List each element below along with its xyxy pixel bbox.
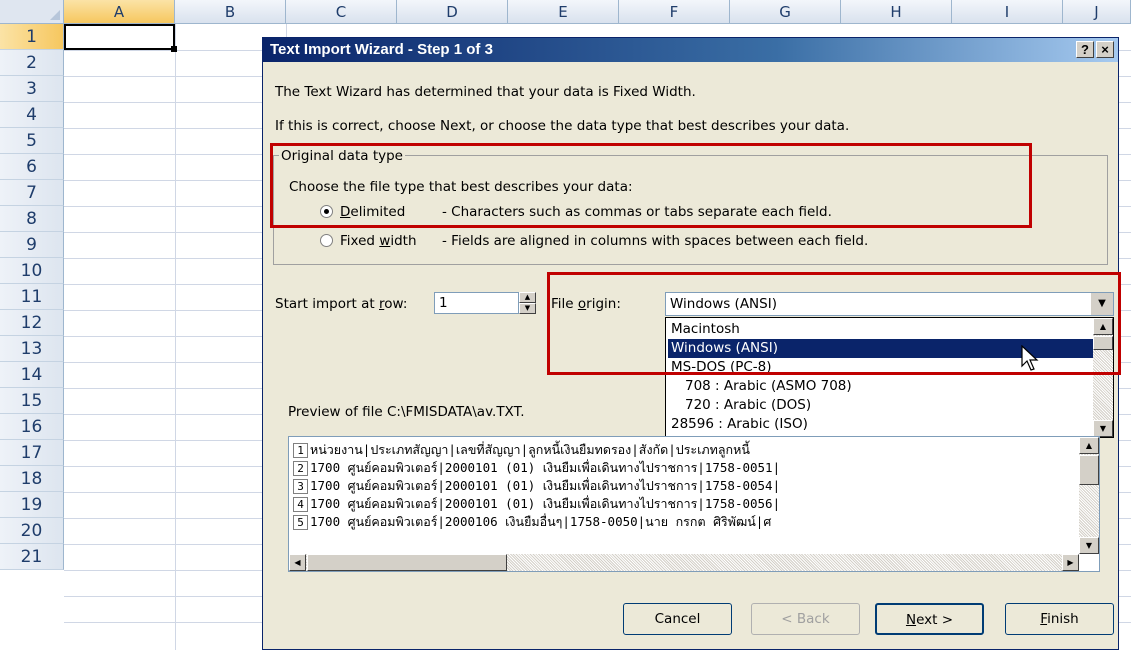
mouse-cursor-icon [1021, 345, 1039, 371]
intro-text-2: If this is correct, choose Next, or choo… [275, 118, 850, 134]
dialog-titlebar[interactable]: Text Import Wizard - Step 1 of 3 [263, 38, 1118, 62]
fixed-width-description: - Fields are aligned in columns with spa… [442, 233, 869, 249]
row-header-19[interactable]: 19 [0, 492, 64, 518]
start-row-label-pre: Start import at [275, 296, 379, 312]
preview-line-number: 5 [293, 515, 308, 530]
row-header-11[interactable]: 11 [0, 284, 64, 310]
dropdown-option[interactable]: 28596 : Arabic (ISO) [668, 415, 808, 434]
preview-line-text: 1700 ศูนย์คอมพิวเตอร์|2000106 เงินยืมอื่… [310, 514, 772, 529]
preview-line-number: 4 [293, 497, 308, 512]
spin-down-icon[interactable]: ▼ [519, 303, 536, 314]
column-header-h[interactable]: H [841, 0, 952, 24]
close-icon[interactable]: × [1096, 41, 1114, 58]
finish-label-rest: inish [1047, 611, 1079, 627]
dropdown-option[interactable]: 708 : Arabic (ASMO 708) [668, 377, 852, 396]
row-header-7[interactable]: 7 [0, 180, 64, 206]
select-all-corner[interactable] [0, 0, 64, 24]
active-cell-a1[interactable] [64, 24, 175, 50]
preview-line: 5 1700 ศูนย์คอมพิวเตอร์|2000106 เงินยืมอื… [293, 513, 771, 530]
row-header-6[interactable]: 6 [0, 154, 64, 180]
next-button[interactable]: Next > [875, 603, 984, 635]
column-header-a[interactable]: A [64, 0, 175, 24]
scroll-thumb[interactable] [307, 554, 507, 571]
start-row-input[interactable]: 1 [434, 292, 519, 314]
preview-line-text: 1700 ศูนย์คอมพิวเตอร์|2000101 (01) เงินย… [310, 496, 781, 511]
row-header-15[interactable]: 15 [0, 388, 64, 414]
preview-label: Preview of file C:\FMISDATA\av.TXT. [288, 404, 525, 420]
row-header-14[interactable]: 14 [0, 362, 64, 388]
preview-line: 2 1700 ศูนย์คอมพิวเตอร์|2000101 (01) เงิน… [293, 459, 780, 476]
start-row-label: Start import at row: [275, 296, 407, 312]
row-header-4[interactable]: 4 [0, 102, 64, 128]
fixed-width-radio[interactable] [320, 234, 333, 247]
preview-line: 3 1700 ศูนย์คอมพิวเตอร์|2000101 (01) เงิน… [293, 477, 780, 494]
fixed-width-label-rest: idth [390, 233, 417, 249]
column-header-d[interactable]: D [397, 0, 508, 24]
dropdown-option[interactable]: 720 : Arabic (DOS) [668, 396, 811, 415]
row-header-18[interactable]: 18 [0, 466, 64, 492]
preview-line-number: 2 [293, 461, 308, 476]
row-header-2[interactable]: 2 [0, 50, 64, 76]
intro-text-1: The Text Wizard has determined that your… [275, 84, 696, 100]
preview-line-text: 1700 ศูนย์คอมพิวเตอร์|2000101 (01) เงินย… [310, 460, 781, 475]
dialog-title: Text Import Wizard - Step 1 of 3 [270, 41, 493, 58]
help-icon[interactable]: ? [1076, 41, 1094, 58]
row-header-5[interactable]: 5 [0, 128, 64, 154]
row-header-12[interactable]: 12 [0, 310, 64, 336]
file-preview-pane[interactable]: 1 หน่วยงาน|ประเภทสัญญา|เลขที่สัญญา|ลูกหนี… [288, 436, 1100, 572]
fixed-width-label-pre: Fixed [340, 233, 380, 249]
highlight-box-data-type [270, 143, 1032, 228]
row-header-10[interactable]: 10 [0, 258, 64, 284]
row-header-13[interactable]: 13 [0, 336, 64, 362]
preview-line: 4 1700 ศูนย์คอมพิวเตอร์|2000101 (01) เงิน… [293, 495, 780, 512]
column-header-f[interactable]: F [619, 0, 730, 24]
scroll-up-icon[interactable]: ▲ [1079, 437, 1099, 454]
preview-line-number: 1 [293, 443, 308, 458]
row-header-17[interactable]: 17 [0, 440, 64, 466]
column-header-c[interactable]: C [286, 0, 397, 24]
column-header-j[interactable]: J [1063, 0, 1131, 24]
scroll-thumb[interactable] [1079, 455, 1099, 485]
preview-line: 1 หน่วยงาน|ประเภทสัญญา|เลขที่สัญญา|ลูกหนี… [293, 441, 750, 458]
fill-handle[interactable] [171, 46, 177, 52]
next-label-accel: N [905, 612, 917, 628]
column-header-g[interactable]: G [730, 0, 841, 24]
row-header-20[interactable]: 20 [0, 518, 64, 544]
start-row-label-rest: ow: [384, 296, 408, 312]
finish-button[interactable]: Finish [1005, 603, 1114, 635]
preview-line-number: 3 [293, 479, 308, 494]
scroll-right-icon[interactable]: ▶ [1062, 554, 1079, 571]
row-header-1[interactable]: 1 [0, 24, 64, 50]
scroll-down-icon[interactable]: ▼ [1093, 420, 1113, 437]
preview-vertical-scrollbar[interactable]: ▲ ▼ [1079, 437, 1099, 554]
next-label-rest: ext > [916, 612, 954, 628]
preview-line-text: 1700 ศูนย์คอมพิวเตอร์|2000101 (01) เงินย… [310, 478, 781, 493]
row-header-8[interactable]: 8 [0, 206, 64, 232]
row-header-9[interactable]: 9 [0, 232, 64, 258]
scroll-left-icon[interactable]: ◀ [289, 554, 306, 571]
row-header-3[interactable]: 3 [0, 76, 64, 102]
cancel-button[interactable]: Cancel [623, 603, 732, 635]
back-button[interactable]: < Back [751, 603, 860, 635]
preview-horizontal-scrollbar[interactable]: ◀ ▶ [289, 554, 1079, 571]
fixed-width-label[interactable]: Fixed width [340, 233, 417, 249]
spin-up-icon[interactable]: ▲ [519, 292, 536, 303]
gridline [175, 24, 176, 650]
column-header-b[interactable]: B [175, 0, 286, 24]
fixed-width-label-accel: w [379, 233, 391, 249]
row-header-21[interactable]: 21 [0, 544, 64, 570]
scroll-down-icon[interactable]: ▼ [1079, 537, 1099, 554]
row-header-16[interactable]: 16 [0, 414, 64, 440]
column-header-i[interactable]: I [952, 0, 1063, 24]
column-header-e[interactable]: E [508, 0, 619, 24]
preview-line-text: หน่วยงาน|ประเภทสัญญา|เลขที่สัญญา|ลูกหนี้… [310, 442, 750, 457]
